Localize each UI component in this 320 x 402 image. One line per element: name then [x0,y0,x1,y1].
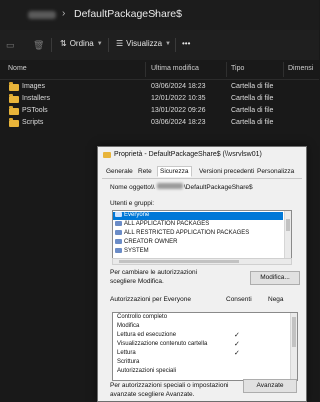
group-icon [115,221,122,226]
deny-header: Nega [268,296,284,303]
file-type: Cartella di file [231,83,274,90]
file-modified: 12/01/2022 10:35 [151,95,206,102]
properties-dialog: Proprietà - DefaultPackageShare$ (\\vsrv… [97,146,307,402]
column-size[interactable]: Dimensi [288,65,313,72]
column-type[interactable]: Tipo [231,65,244,72]
object-name-prefix: \\ [151,184,155,191]
file-row[interactable]: Images 03/06/2024 18:23 Cartella di file [0,82,319,94]
checkmark-icon: ✓ [234,332,240,339]
folder-icon [103,152,111,158]
file-row[interactable]: Installers 12/01/2022 10:35 Cartella di … [0,94,319,106]
users-scrollbar[interactable] [284,211,291,259]
tab-security[interactable]: Sicurezza [157,166,192,177]
folder-icon [9,118,19,127]
tab-previous-versions[interactable]: Versioni precedenti [199,168,254,175]
group-icon [115,239,122,244]
file-modified: 03/06/2024 18:23 [151,83,206,90]
breadcrumb-chevron[interactable]: › [153,8,156,19]
permissions-scrollbar[interactable] [290,313,297,380]
change-hint-2: scegliere Modifica. [110,278,164,285]
file-name: Images [22,83,45,90]
sort-label: Ordina [69,39,94,48]
users-hscrollbar[interactable] [112,258,292,265]
file-row[interactable]: Scripts 03/06/2024 18:23 Cartella di fil… [0,118,319,130]
breadcrumb-separator: › [62,8,66,19]
checkmark-icon: ✓ [234,341,240,348]
user-item[interactable]: ALL APPLICATION PACKAGES [113,221,283,229]
file-row[interactable]: PSTools 13/01/2022 09:26 Cartella di fil… [0,106,319,118]
more-button[interactable]: ••• [182,39,190,48]
column-header: Nome Ultima modifica Tipo Dimensi [0,60,319,80]
sort-icon: ⇅ [60,39,67,48]
tab-network[interactable]: Rete [138,168,152,175]
allow-header: Consenti [226,296,252,303]
permission-row: Lettura ✓ [117,350,240,357]
checkmark-icon: ✓ [234,350,240,357]
modify-button[interactable]: Modifica... [250,271,300,285]
column-modified[interactable]: Ultima modifica [151,65,199,72]
advanced-button[interactable]: Avanzate [243,379,297,393]
group-icon [115,248,122,253]
permission-row: Controllo completo [117,314,168,320]
permissions-header: Autorizzazioni per Everyone [110,296,191,303]
user-item[interactable]: Everyone [113,212,283,220]
file-modified: 13/01/2022 09:26 [151,107,206,114]
group-icon [115,212,122,217]
folder-icon [9,94,19,103]
address-bar: › DefaultPackageShare$ › [0,0,319,30]
users-list[interactable]: Everyone ALL APPLICATION PACKAGES ALL RE… [112,210,292,260]
chevron-down-icon: ▼ [165,40,171,47]
file-name: Installers [22,95,51,102]
file-type: Cartella di file [231,119,274,126]
permission-row: Autorizzazioni speciali [117,368,177,374]
dialog-title: Proprietà - DefaultPackageShare$ (\\vsrv… [114,151,262,158]
file-modified: 03/06/2024 18:23 [151,119,206,126]
permission-row: Modifica [117,323,140,329]
object-name-label: Nome oggetto: [110,184,153,191]
file-type: Cartella di file [231,107,274,114]
permissions-list: Controllo completo Modifica Lettura ed e… [112,312,298,381]
file-name: Scripts [22,119,44,126]
chevron-down-icon: ▼ [96,40,103,47]
file-type: Cartella di file [231,95,274,102]
trash-icon[interactable]: 🗑 [33,40,44,51]
group-icon [115,230,122,235]
tab-strip: Generale Rete Sicurezza Versioni precede… [102,166,302,179]
breadcrumb-current-folder[interactable]: DefaultPackageShare$ [74,8,182,20]
view-label: Visualizza [126,39,163,48]
file-name: PSTools [22,107,48,114]
tab-customize[interactable]: Personalizza [257,168,294,175]
object-name-redacted [157,183,183,189]
user-item[interactable]: ALL RESTRICTED APPLICATION PACKAGES [113,230,283,238]
command-bar: ▭ 🗑 ⇅ Ordina ▼ ☰ Visualizza ▼ ••• [0,30,319,61]
breadcrumb-redacted[interactable] [28,11,56,19]
users-label: Utenti e gruppi: [110,200,155,207]
tab-general[interactable]: Generale [106,168,133,175]
view-button[interactable]: ☰ Visualizza ▼ [116,39,171,48]
view-icon: ☰ [116,39,124,48]
permission-row: Lettura ed esecuzione ✓ [117,332,240,339]
advanced-hint-2: avanzate scegliere Avanzate. [110,391,195,398]
user-item[interactable]: CREATOR OWNER [113,239,283,247]
folder-icon [9,82,19,91]
folder-icon [9,106,19,115]
column-name[interactable]: Nome [8,65,27,72]
advanced-hint: Per autorizzazioni speciali o impostazio… [110,382,229,389]
permission-row: Visualizzazione contenuto cartella ✓ [117,341,240,348]
change-hint: Per cambiare le autorizzazioni [110,269,198,276]
sort-button[interactable]: ⇅ Ordina ▼ [60,39,103,48]
permission-row: Scrittura [117,359,140,365]
new-icon[interactable]: ▭ [6,40,15,51]
object-name-value: \DefaultPackageShare$ [184,184,253,191]
user-item[interactable]: SYSTEM [113,248,283,256]
